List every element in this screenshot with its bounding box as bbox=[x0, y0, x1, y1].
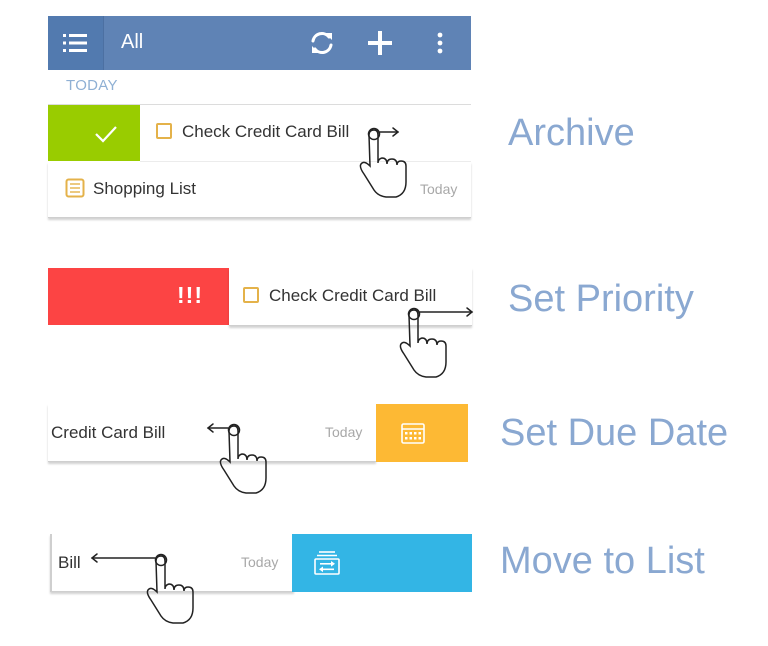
hand-swipe-left-icon bbox=[206, 423, 267, 494]
hand-swipe-left-icon bbox=[90, 553, 194, 624]
list-move-icon bbox=[314, 551, 340, 575]
app-bar: All bbox=[48, 16, 471, 70]
task-checkbox[interactable] bbox=[156, 123, 172, 139]
priority-swipe-action[interactable]: !!! bbox=[48, 268, 229, 325]
due-date-label: Today bbox=[241, 554, 279, 570]
task-checkbox[interactable] bbox=[243, 287, 259, 303]
task-title: Bill bbox=[58, 553, 81, 572]
list-menu-icon bbox=[63, 34, 87, 52]
due-date-label: Today bbox=[420, 181, 458, 197]
section-label: TODAY bbox=[66, 77, 118, 94]
caption-set-priority: Set Priority bbox=[508, 278, 694, 320]
check-icon bbox=[95, 126, 117, 143]
caption-archive: Archive bbox=[508, 112, 635, 154]
move-to-list-swipe-action[interactable] bbox=[292, 534, 472, 592]
task-title: Shopping List bbox=[93, 179, 197, 198]
caption-move-to-list: Move to List bbox=[500, 540, 705, 582]
page-title: All bbox=[121, 31, 144, 53]
task-row-credit-card[interactable]: Check Credit Card Bill bbox=[140, 105, 471, 162]
overflow-menu-icon[interactable] bbox=[426, 29, 454, 57]
list-menu-button[interactable] bbox=[48, 16, 104, 70]
priority-badge: !!! bbox=[177, 282, 203, 308]
list-icon bbox=[65, 178, 85, 198]
task-title: Credit Card Bill bbox=[51, 423, 166, 442]
hand-swipe-right-icon bbox=[359, 127, 407, 198]
task-title: Check Credit Card Bill bbox=[182, 122, 350, 141]
add-icon[interactable] bbox=[366, 29, 394, 57]
section-header: TODAY bbox=[48, 70, 471, 105]
archive-swipe-action[interactable] bbox=[48, 105, 140, 161]
hand-swipe-right-icon bbox=[399, 307, 474, 378]
caption-set-due-date: Set Due Date bbox=[500, 412, 729, 454]
due-date-label: Today bbox=[325, 424, 363, 440]
calendar-icon bbox=[401, 423, 425, 444]
sync-icon[interactable] bbox=[308, 29, 336, 57]
due-date-swipe-action[interactable] bbox=[376, 404, 468, 462]
